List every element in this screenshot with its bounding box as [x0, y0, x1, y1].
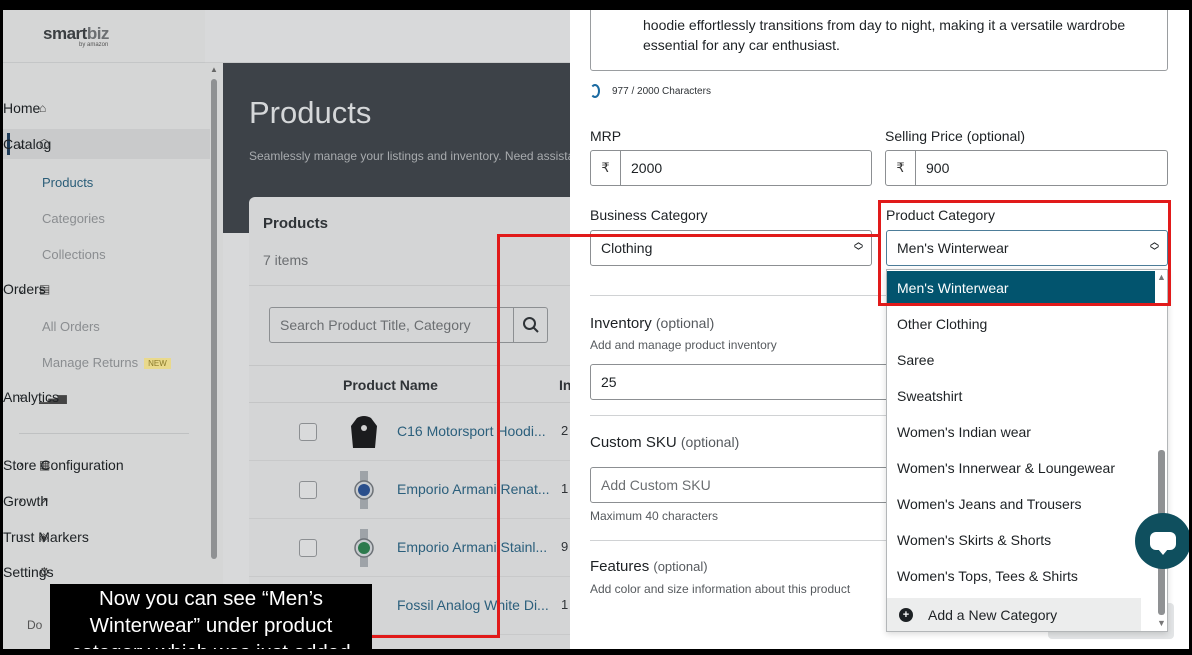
row-checkbox[interactable] [299, 481, 317, 499]
features-hint: Add color and size information about thi… [590, 582, 851, 596]
sidebar-item-store-configuration[interactable]: › Store Configuration ▦ [3, 450, 210, 480]
business-category-label: Business Category [590, 207, 708, 223]
sidebar-item-settings[interactable]: Settings ⚙ [3, 557, 210, 587]
dropdown-option-selected[interactable]: Men's Winterwear [887, 271, 1155, 305]
product-title-link[interactable]: C16 Motorsport Hoodi... [397, 423, 546, 439]
sidebar-item-all-orders[interactable]: All Orders [42, 319, 100, 334]
table-row[interactable]: Emporio Armani Renat... 1 [249, 461, 579, 519]
annotation-callout: Now you can see “Men’s Winterwear” under… [50, 584, 372, 655]
sidebar-item-catalog[interactable]: ⌄ Catalog ⬡ [3, 129, 210, 159]
product-title-link[interactable]: Emporio Armani Stainl... [397, 539, 547, 555]
rupee-icon: ₹ [886, 151, 916, 185]
inventory-label: Inventory (optional) [590, 315, 715, 332]
sidebar-item-collections[interactable]: Collections [42, 247, 106, 262]
column-product-name[interactable]: Product Name [343, 377, 438, 393]
section-divider [590, 540, 890, 541]
product-inventory: 2 [561, 423, 569, 438]
sidebar-item-home[interactable]: Home ⌂ [3, 93, 210, 123]
main-content: Products Seamlessly manage your listings… [205, 10, 579, 649]
product-title-link[interactable]: Emporio Armani Renat... [397, 481, 550, 497]
inventory-hint: Add and manage product inventory [590, 338, 777, 352]
sidebar-scrollbar[interactable]: ▲ [210, 65, 218, 565]
dropdown-option[interactable]: Women's Tops, Tees & Shirts [887, 559, 1155, 595]
sidebar-item-analytics[interactable]: › Analytics ▁▃▅ [3, 382, 210, 412]
selling-price-input[interactable]: ₹ 900 [885, 150, 1168, 186]
sidebar-item-products[interactable]: Products [42, 175, 93, 190]
features-label: Features (optional) [590, 558, 708, 575]
logo-bar: smartbiz by amazon [3, 10, 223, 63]
description-textarea[interactable]: hoodie effortlessly transitions from day… [590, 6, 1168, 71]
sidebar-item-orders[interactable]: ⌄ Orders ▤ [3, 274, 210, 304]
sidebar-divider [19, 433, 189, 434]
dropdown-option[interactable]: Women's Innerwear & Loungewear [887, 451, 1155, 487]
annotation-connector-line [497, 234, 500, 638]
scroll-down-icon[interactable]: ▼ [1157, 618, 1166, 628]
products-card-title: Products [263, 215, 329, 232]
rupee-icon: ₹ [591, 151, 621, 185]
dropdown-option[interactable]: Sweatshirt [887, 379, 1155, 415]
product-category-label: Product Category [886, 207, 995, 223]
section-divider [590, 295, 890, 296]
annotation-connector-line [372, 635, 500, 638]
select-arrows-icon: ︿ ﹀ [1149, 237, 1159, 256]
custom-sku-hint: Maximum 40 characters [590, 509, 719, 523]
card-divider [249, 285, 579, 286]
sidebar-item-trust-markers[interactable]: › Trust Markers ◈ [3, 522, 210, 552]
search-button[interactable] [514, 307, 548, 343]
sidebar-item-manage-returns[interactable]: Manage Returns NEW [42, 355, 171, 370]
add-new-category-button[interactable]: + Add a New Category [887, 598, 1141, 631]
progress-ring-icon [590, 84, 600, 98]
scroll-up-icon[interactable]: ▲ [1157, 272, 1166, 282]
selling-price-label: Selling Price (optional) [885, 128, 1026, 144]
product-inventory: 1 [561, 481, 569, 496]
dropdown-scrollbar[interactable]: ▲ ▼ [1155, 270, 1167, 631]
section-divider [590, 415, 890, 416]
row-checkbox[interactable] [299, 423, 317, 441]
plus-circle-icon: + [899, 608, 913, 622]
dropdown-option[interactable]: Other Clothing [887, 307, 1155, 343]
sidebar-footer-text: Do [27, 618, 43, 632]
product-thumbnail-hoodie [345, 413, 383, 451]
product-inventory: 1 [561, 597, 569, 612]
logo-subtext: by amazon [79, 42, 109, 48]
custom-sku-label: Custom SKU (optional) [590, 434, 740, 451]
sidebar-item-categories[interactable]: Categories [42, 211, 105, 226]
product-title-link[interactable]: Fossil Analog White Di... [397, 597, 549, 613]
table-row[interactable]: Emporio Armani Stainl... 9 [249, 519, 579, 577]
table-row[interactable]: C16 Motorsport Hoodi... 2 [249, 403, 579, 461]
search-input[interactable]: Search Product Title, Category [269, 307, 514, 343]
new-badge: NEW [144, 358, 171, 370]
row-checkbox[interactable] [299, 539, 317, 557]
product-category-select[interactable]: Men's Winterwear ︿ ﹀ [886, 230, 1168, 266]
smartbiz-logo[interactable]: smartbiz [43, 24, 109, 44]
table-header: Product Name In [249, 365, 579, 403]
dropdown-option[interactable]: Saree [887, 343, 1155, 379]
scroll-up-icon[interactable]: ▲ [210, 65, 218, 74]
item-count: 7 items [263, 252, 309, 268]
character-counter: 977 / 2000 Characters [590, 84, 711, 98]
mrp-label: MRP [590, 128, 622, 144]
product-thumbnail-watch [345, 471, 383, 509]
sidebar-item-growth[interactable]: › Growth ↗ [3, 486, 210, 516]
product-thumbnail-watch [345, 529, 383, 567]
chat-button[interactable] [1135, 513, 1191, 569]
search-icon [522, 317, 539, 333]
page-subtitle: Seamlessly manage your listings and inve… [249, 149, 575, 163]
mrp-input[interactable]: ₹ 2000 [590, 150, 872, 186]
page-title: Products [249, 95, 372, 130]
product-category-dropdown[interactable]: Men's Winterwear Other Clothing Saree Sw… [886, 269, 1168, 632]
dropdown-option[interactable]: Women's Indian wear [887, 415, 1155, 451]
annotation-connector-line [497, 234, 878, 237]
chat-icon [1150, 532, 1176, 555]
sidebar: smartbiz by amazon Home ⌂ ⌄ Catalog ⬡ Pr… [3, 10, 223, 649]
product-inventory: 9 [561, 539, 569, 554]
select-arrows-icon: ︿ ﹀ [853, 237, 863, 256]
top-bar [205, 10, 573, 63]
dropdown-option[interactable]: Women's Skirts & Shorts [887, 523, 1155, 559]
dropdown-option[interactable]: Women's Jeans and Trousers [887, 487, 1155, 523]
